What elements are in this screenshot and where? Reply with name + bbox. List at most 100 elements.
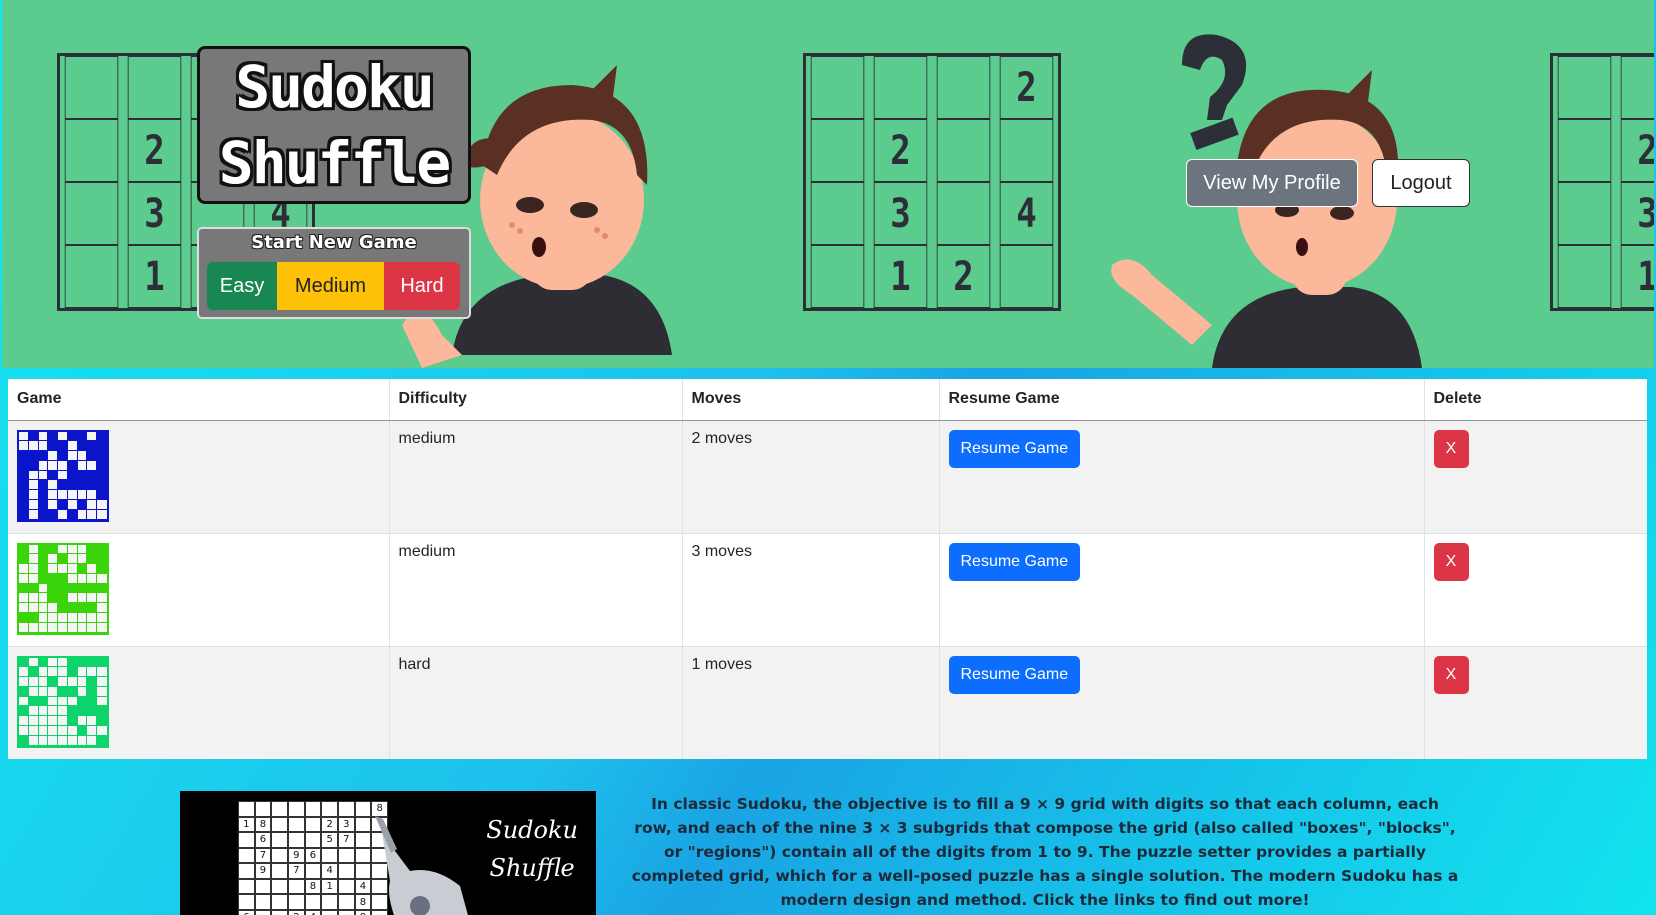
thumbnail-pixel: [86, 572, 99, 585]
thumbnail-pixel: [47, 666, 60, 679]
thumbnail-pixel: [86, 611, 99, 624]
resume-game-button[interactable]: Resume Game: [948, 542, 1081, 581]
delete-game-button[interactable]: X: [1433, 542, 1469, 581]
thumbnail-pixel: [57, 508, 69, 521]
thumbnail-pixel: [96, 676, 108, 688]
thumbnail-pixel: [76, 543, 89, 556]
thumbnail-pixel: [96, 479, 108, 492]
promo-grid-cell: [287, 894, 305, 910]
thumbnail-pixel: [86, 602, 99, 614]
thumbnail-pixel: [27, 489, 40, 501]
thumbnail-pixel: [76, 450, 89, 462]
thumbnail-pixel: [76, 479, 89, 492]
app-title-line1: Sudoku: [235, 53, 435, 121]
thumbnail-pixel: [57, 724, 69, 737]
sudoku-description: In classic Sudoku, the objective is to f…: [631, 795, 1459, 909]
promo-grid-cell: 6: [238, 909, 255, 915]
thumbnail-pixel: [47, 592, 60, 605]
thumbnail-pixel: [86, 508, 99, 521]
game-thumbnail[interactable]: [17, 655, 109, 748]
thumbnail-pixel: [27, 676, 40, 688]
thumbnail-pixel: [66, 621, 79, 634]
sudoku-shuffle-promo-image[interactable]: 81823657796974814862484593 Sudoku Shuffl…: [180, 791, 596, 915]
thumbnail-pixel: [18, 459, 30, 472]
thumbnail-pixel: [47, 621, 60, 634]
decor-grid-middle-cell: [936, 119, 991, 182]
thumbnail-pixel: [96, 459, 108, 472]
logout-button[interactable]: Logout: [1372, 159, 1470, 207]
thumbnail-pixel: [86, 715, 99, 727]
hard-button[interactable]: Hard: [384, 262, 460, 310]
thumbnail-pixel: [27, 508, 40, 521]
thumbnail-pixel: [66, 685, 79, 698]
promo-grid-cell: 1: [321, 878, 338, 895]
thumbnail-pixel: [96, 543, 108, 556]
thumbnail-pixel: [57, 685, 69, 698]
thumbnail-pixel: [57, 553, 69, 566]
difficulty-button-group: Easy Medium Hard: [207, 262, 460, 310]
decor-sudoku-grid-right: 231: [1550, 53, 1654, 311]
promo-grid-cell: 4: [304, 909, 322, 915]
thumbnail-pixel: [86, 553, 99, 566]
promo-grid-cell: [287, 801, 305, 817]
delete-game-button[interactable]: X: [1433, 655, 1469, 694]
thumbnail-pixel: [66, 459, 79, 472]
saved-games-table: Game Difficulty Moves Resume Game Delete…: [8, 379, 1647, 759]
thumbnail-pixel: [47, 676, 60, 688]
decor-grid-middle-cell: [810, 245, 865, 308]
medium-button[interactable]: Medium: [277, 262, 384, 310]
view-profile-button[interactable]: View My Profile: [1186, 159, 1358, 207]
thumbnail-pixel: [27, 656, 40, 669]
thumbnail-pixel: [96, 734, 108, 747]
thumbnail-pixel: [37, 602, 50, 614]
thumbnail-pixel: [66, 543, 79, 556]
decor-grid-middle-cell: 4: [999, 182, 1054, 245]
thumbnail-pixel: [27, 611, 40, 624]
resume-game-button[interactable]: Resume Game: [948, 655, 1081, 694]
thumbnail-pixel: [66, 479, 79, 492]
resume-game-button[interactable]: Resume Game: [948, 429, 1081, 468]
game-thumbnail[interactable]: [17, 542, 109, 635]
decor-grid-right-cell: 1: [1620, 245, 1654, 308]
thumbnail-pixel: [57, 705, 69, 718]
promo-grid-cell: [304, 894, 322, 910]
thumbnail-pixel: [86, 724, 99, 737]
thumbnail-pixel: [96, 685, 108, 698]
promo-grid-cell: [271, 863, 288, 879]
thumbnail-pixel: [96, 508, 108, 521]
thumbnail-pixel: [66, 611, 79, 624]
difficulty-cell: hard: [389, 645, 683, 759]
thumbnail-pixel: [37, 715, 50, 727]
promo-grid-cell: 7: [287, 863, 305, 879]
thumbnail-pixel: [27, 459, 40, 472]
promo-grid-cell: [254, 909, 272, 915]
decor-grid-right-cell: [1620, 56, 1654, 119]
thumbnail-pixel: [86, 695, 99, 708]
thumbnail-pixel: [96, 715, 108, 727]
thumbnail-pixel: [37, 724, 50, 737]
thumbnail-pixel: [57, 611, 69, 624]
decor-grid-middle-cell: [999, 119, 1054, 182]
thumbnail-pixel: [27, 479, 40, 492]
column-header-game: Game: [8, 379, 390, 421]
thumbnail-pixel: [76, 734, 89, 747]
thumbnail-pixel: [27, 469, 40, 482]
game-thumbnail[interactable]: [17, 429, 109, 522]
difficulty-cell: medium: [389, 419, 683, 533]
thumbnail-pixel: [57, 543, 69, 556]
thumbnail-pixel: [96, 450, 108, 462]
thumbnail-pixel: [76, 489, 89, 501]
promo-grid-cell: [287, 832, 305, 848]
thumbnail-pixel: [57, 479, 69, 492]
thumbnail-pixel: [66, 666, 79, 679]
saved-games-table-container: Game Difficulty Moves Resume Game Delete…: [8, 379, 1647, 759]
thumbnail-pixel: [47, 602, 60, 614]
promo-grid-cell: [254, 894, 272, 910]
easy-button[interactable]: Easy: [207, 262, 277, 310]
thumbnail-pixel: [18, 695, 30, 708]
start-new-game-panel: Start New Game Easy Medium Hard: [197, 227, 471, 319]
promo-title: Sudoku Shuffle: [486, 811, 578, 887]
thumbnail-pixel: [57, 592, 69, 605]
app-logo-title: Sudoku Shuffle: [197, 46, 471, 204]
delete-game-button[interactable]: X: [1433, 429, 1469, 468]
